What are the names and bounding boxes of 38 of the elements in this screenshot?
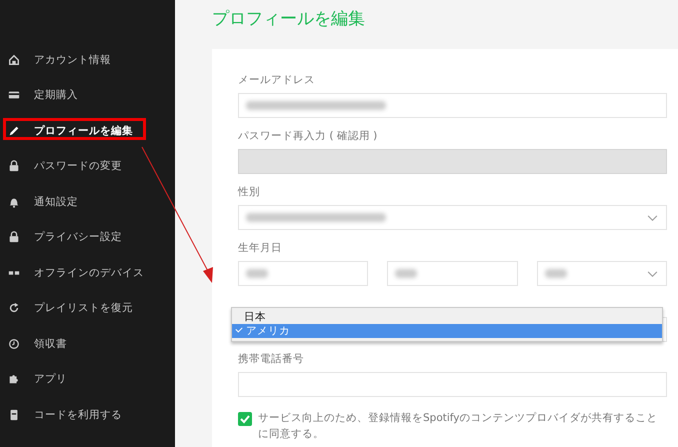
sidebar-item[interactable]: オフラインのデバイス: [0, 255, 175, 290]
sidebar-item[interactable]: 領収書: [0, 326, 175, 362]
pencil-icon: [8, 124, 20, 137]
home-icon: [8, 54, 20, 66]
chevron-down-icon: [646, 271, 658, 278]
clock-icon: [8, 338, 20, 350]
field-label: 性別: [238, 185, 261, 197]
select-field[interactable]: [387, 261, 518, 286]
field-label: 携帯電話番号: [238, 352, 305, 364]
lock-icon: [8, 231, 20, 244]
consent-text: サービス向上のため、登録情報をSpotifyのコンテンツプロバイダが共有することに同意する。: [258, 411, 659, 442]
select-field[interactable]: [238, 261, 368, 286]
checkbox[interactable]: [238, 412, 252, 426]
page-title: プロフィールを編集: [212, 8, 366, 31]
input-field[interactable]: [238, 372, 667, 397]
refresh-icon: [8, 302, 20, 314]
sidebar-item[interactable]: プライバシー設定: [0, 220, 175, 255]
select-field[interactable]: [238, 205, 667, 230]
field-label: パスワード再入力 ( 確認用 ): [238, 129, 378, 141]
card-icon: [8, 89, 20, 102]
select-field[interactable]: [536, 261, 667, 286]
lock-icon: [8, 160, 20, 172]
sidebar-item[interactable]: 定期購入: [0, 78, 175, 113]
sidebar-item[interactable]: プレイリストを復元: [0, 290, 175, 326]
sidebar-item[interactable]: アカウント情報: [0, 42, 175, 78]
input-field[interactable]: [238, 93, 667, 118]
puzzle-icon: [8, 373, 20, 386]
sidebar-item[interactable]: アプリ: [0, 362, 175, 397]
sidebar-item[interactable]: プロフィールを編集: [0, 113, 175, 148]
dropdown-option[interactable]: 日本: [232, 310, 662, 324]
sidebar-item[interactable]: 通知設定: [0, 184, 175, 220]
bell-icon: [8, 196, 20, 208]
sidebar-item[interactable]: パスワードの変更: [0, 148, 175, 184]
field-label: メールアドレス: [238, 73, 316, 85]
sidebar-item[interactable]: コードを利用する: [0, 397, 175, 432]
code-card-icon: [8, 408, 20, 421]
chevron-down-icon: [647, 215, 658, 222]
field-label: 生年月日: [238, 241, 283, 253]
